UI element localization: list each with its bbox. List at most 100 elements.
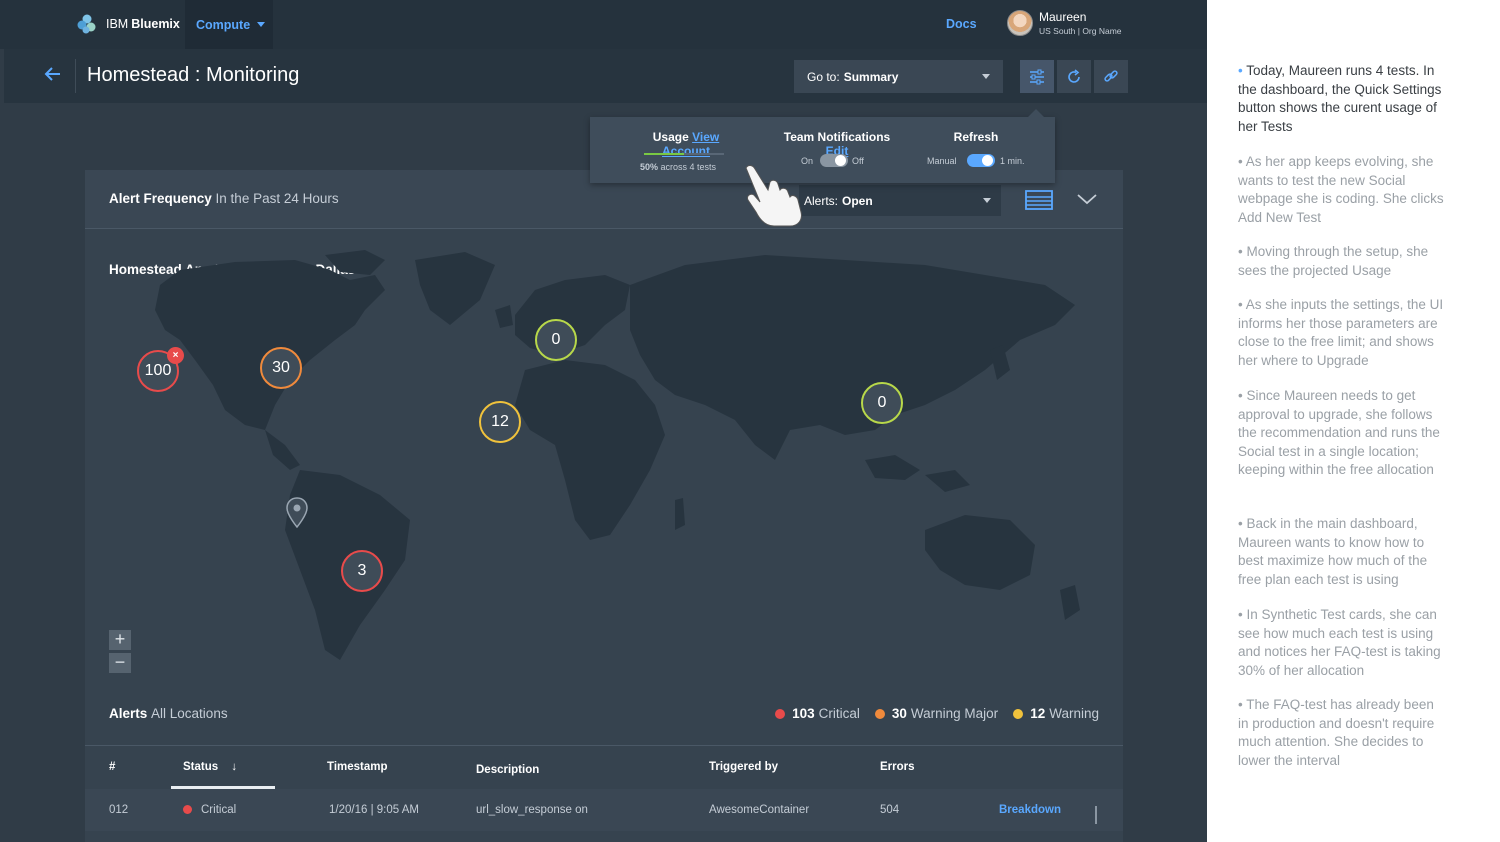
marker-label: 12	[491, 413, 509, 430]
team-notifications-toggle[interactable]	[820, 154, 848, 167]
note-text: In Synthetic Test cards, she can see how…	[1238, 607, 1441, 678]
team-notifications-label: Team Notifications	[783, 130, 891, 144]
marker-close-icon[interactable]: ×	[167, 347, 184, 364]
marker-label: 100	[144, 362, 172, 379]
user-org: US South | Org Name	[1039, 26, 1122, 36]
map-marker[interactable]: 12	[479, 401, 521, 443]
critical-dot-icon	[183, 805, 192, 814]
map-marker[interactable]: 30	[260, 347, 302, 389]
usage-progress-fill	[644, 153, 684, 155]
refresh-icon	[1068, 68, 1080, 83]
cell-errors: 504	[880, 804, 900, 816]
map-marker[interactable]: 0	[535, 319, 577, 361]
cell-description: url_slow_response on	[476, 804, 588, 816]
quick-settings-popover: Usage View Account 50% across 4 tests Te…	[590, 109, 1055, 183]
list-view-icon[interactable]	[1025, 188, 1053, 212]
goto-label: Go to:	[807, 69, 840, 84]
note-text: As she inputs the settings, the UI infor…	[1238, 297, 1444, 368]
brand-prefix: IBM	[106, 17, 129, 31]
app-window: IBM Bluemix Compute Docs Maureen US Sout…	[0, 0, 1207, 842]
toggle-knob	[835, 155, 846, 166]
page-header: Homestead : Monitoring Go to: Summary	[4, 49, 1207, 103]
user-menu[interactable]: Maureen US South | Org Name	[1007, 10, 1122, 36]
usage-caption-text: across 4 tests	[660, 162, 717, 172]
marker-label: 0	[877, 394, 887, 411]
note-text: Today, Maureen runs 4 tests. In the dash…	[1238, 63, 1442, 134]
bullet-icon: •	[1238, 297, 1246, 312]
page-title: Homestead : Monitoring	[87, 64, 300, 86]
legend-count: 103	[792, 706, 815, 721]
docs-link[interactable]: Docs	[946, 17, 977, 31]
divider	[75, 59, 76, 93]
legend-count: 30	[891, 706, 907, 721]
marker-label: 3	[357, 562, 367, 579]
legend-warning-major: 30 Warning Major	[874, 706, 999, 721]
map-marker[interactable]: 0	[861, 382, 903, 424]
alerts-label: Alerts	[109, 706, 148, 721]
warning-dot-icon	[1013, 708, 1024, 719]
usage-caption: 50% across 4 tests	[640, 162, 716, 172]
column-id[interactable]: #	[109, 761, 115, 773]
chevron-down-icon	[983, 198, 991, 203]
alerts-filter-select[interactable]: Alerts: Open	[799, 185, 1001, 216]
bullet-icon: •	[1238, 63, 1247, 78]
column-triggered-by[interactable]: Triggered by	[709, 761, 778, 773]
back-arrow-icon[interactable]	[42, 63, 64, 85]
refresh-button[interactable]	[1057, 60, 1091, 93]
column-status[interactable]: Status ↓	[183, 761, 237, 773]
marker-label: 30	[272, 359, 290, 376]
legend-label: Critical	[818, 706, 860, 721]
link-button[interactable]	[1094, 60, 1128, 93]
column-errors[interactable]: Errors	[880, 761, 915, 773]
continents	[155, 250, 1080, 660]
note-item: • Back in the main dashboard, Maureen wa…	[1238, 515, 1448, 589]
legend-label: Warning Major	[910, 706, 999, 721]
note-item: • As she inputs the settings, the UI inf…	[1238, 296, 1448, 370]
toggle-off-label: Off	[852, 156, 864, 166]
scrollbar[interactable]	[1095, 806, 1097, 824]
bluemix-logo-icon	[77, 14, 96, 34]
column-status-label: Status	[183, 761, 219, 773]
bullet-icon: •	[1238, 154, 1246, 169]
zoom-in-button[interactable]: +	[109, 630, 131, 650]
goto-select[interactable]: Go to: Summary	[794, 60, 1003, 93]
zoom-out-button[interactable]: −	[109, 653, 131, 673]
note-item: • Since Maureen needs to get approval to…	[1238, 387, 1448, 480]
legend-warning: 12 Warning	[1013, 706, 1099, 721]
pointer-hand-icon	[745, 165, 802, 227]
usage-label: Usage	[652, 130, 689, 144]
sort-arrow-icon: ↓	[231, 761, 238, 773]
breakdown-link[interactable]: Breakdown	[999, 804, 1061, 816]
goto-value: Summary	[843, 69, 899, 84]
alert-frequency-title: Alert Frequency In the Past 24 Hours	[109, 191, 339, 206]
cell-id: 012	[109, 804, 129, 816]
cell-status: Critical	[183, 804, 236, 816]
alerts-filter-label: Alerts:	[804, 193, 839, 208]
top-bar: IBM Bluemix Compute Docs Maureen US Sout…	[0, 0, 1207, 49]
story-notes: • Today, Maureen runs 4 tests. In the da…	[1207, 0, 1500, 842]
world-map[interactable]	[85, 230, 1123, 690]
note-item: • As her app keeps evolving, she wants t…	[1238, 153, 1448, 227]
legend-count: 12	[1030, 706, 1046, 721]
table-row[interactable]: 012 Critical 1/20/16 | 9:05 AM url_slow_…	[85, 789, 1123, 831]
note-text: As her app keeps evolving, she wants to …	[1238, 154, 1444, 225]
note-item: • Moving through the setup, she sees the…	[1238, 243, 1448, 280]
refresh-label: Refresh	[953, 130, 999, 144]
column-timestamp[interactable]: Timestamp	[327, 761, 388, 773]
compute-menu[interactable]: Compute	[185, 0, 273, 49]
brand[interactable]: IBM Bluemix	[76, 11, 180, 37]
alerts-title: Alerts All Locations	[109, 706, 228, 721]
cell-status-label: Critical	[201, 804, 237, 816]
alert-frequency-label: Alert Frequency	[109, 191, 212, 206]
quick-settings-button[interactable]	[1020, 60, 1054, 93]
alerts-table: # Status ↓ Timestamp Description Trigger…	[85, 745, 1123, 842]
bullet-icon: •	[1238, 697, 1247, 712]
refresh-toggle[interactable]	[967, 154, 995, 167]
alerts-legend: 103 Critical 30 Warning Major 12 Warning	[760, 706, 1099, 721]
column-description[interactable]: Description	[476, 764, 539, 776]
map-marker[interactable]: 3	[341, 550, 383, 592]
compute-label: Compute	[196, 17, 251, 32]
user-name: Maureen	[1039, 10, 1087, 24]
note-text: Moving through the setup, she sees the p…	[1238, 244, 1429, 278]
collapse-chevron-icon[interactable]	[1075, 187, 1099, 211]
